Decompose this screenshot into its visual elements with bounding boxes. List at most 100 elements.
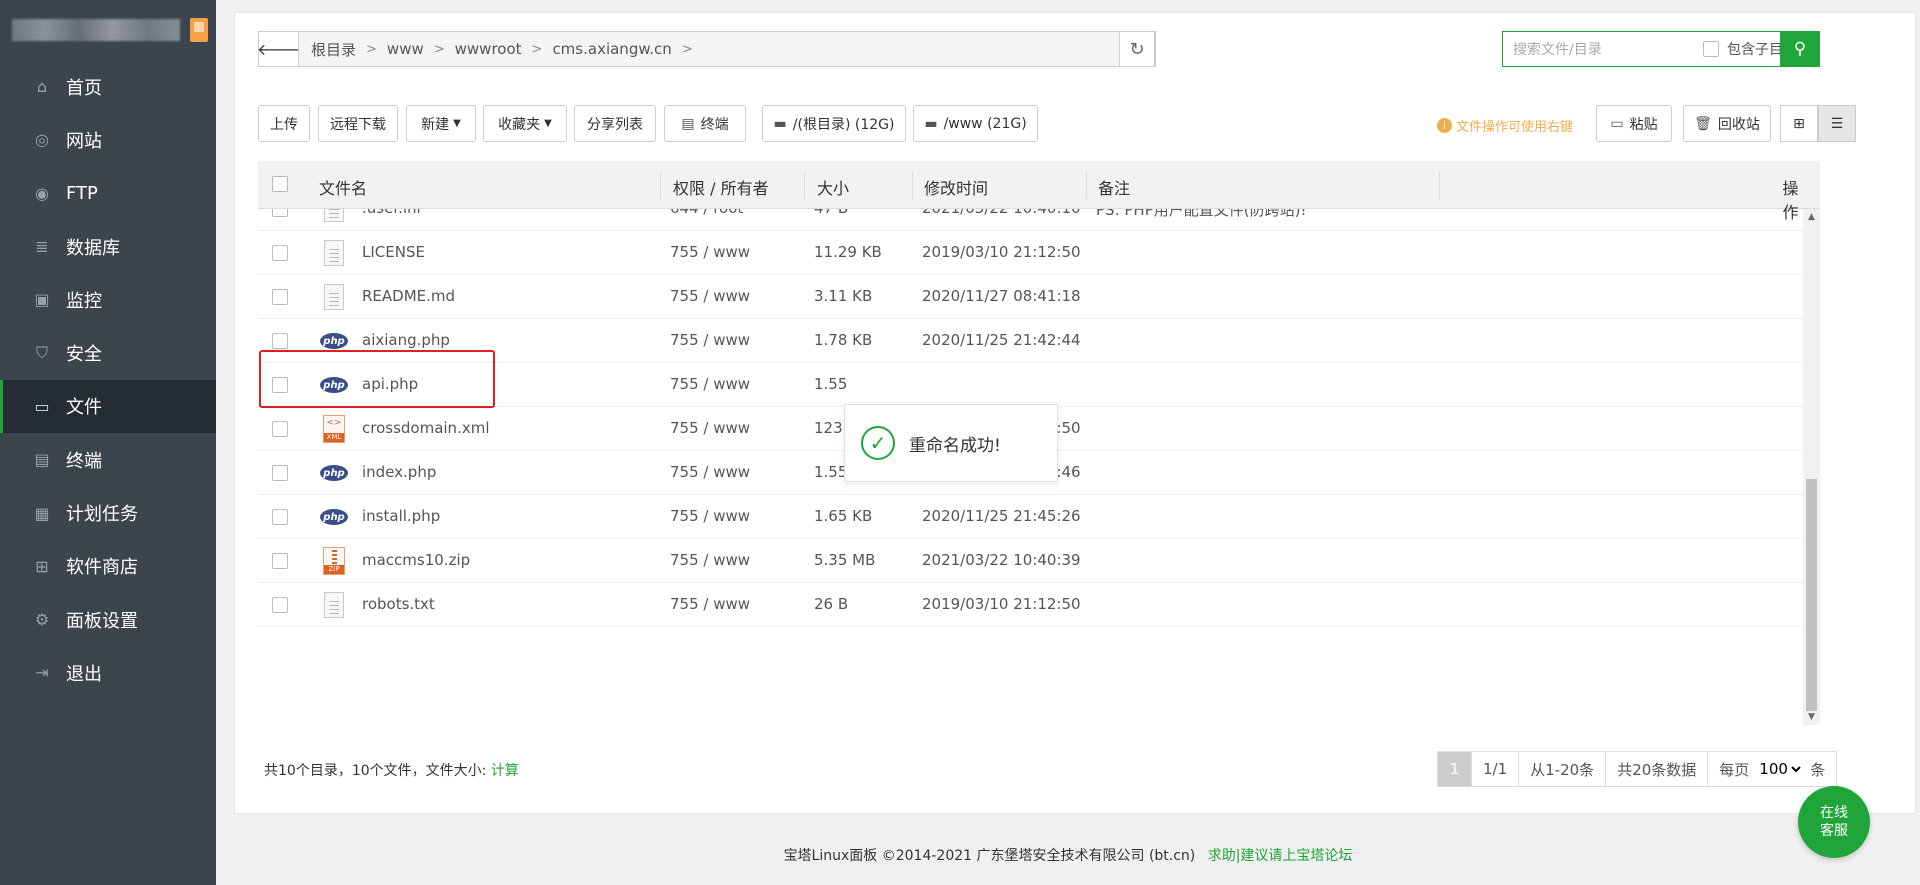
file-permission[interactable]: 755 / www (670, 331, 750, 349)
sidebar-item[interactable]: ▣ 监控 (0, 273, 216, 326)
list-icon: ☰ (1830, 115, 1844, 132)
include-subdir-checkbox[interactable] (1703, 41, 1719, 57)
file-permission[interactable]: 755 / www (670, 243, 750, 261)
share-list-label: 分享列表 (587, 116, 643, 133)
file-permission[interactable]: 755 / www (670, 507, 750, 525)
file-name[interactable]: LICENSE (362, 243, 425, 261)
current-page[interactable]: 1 (1438, 752, 1472, 786)
share-list-button[interactable]: 分享列表 (574, 105, 656, 142)
table-row[interactable]: README.md 755 / www 3.11 KB 2020/11/27 08:4… (258, 275, 1803, 319)
search-button[interactable]: ⚲ (1780, 31, 1820, 67)
terminal-button[interactable]: ▤ 终端 (664, 105, 746, 142)
list-view-button[interactable]: ☰ (1818, 105, 1856, 142)
disk-root-button[interactable]: ▬ /(根目录) (12G) (762, 105, 906, 142)
sidebar-item[interactable]: ⛉ 安全 (0, 326, 216, 379)
search-input[interactable]: 搜索文件/目录 (1503, 39, 1703, 59)
table-row[interactable]: LICENSE 755 / www 11.29 KB 2019/03/10 21:12… (258, 231, 1803, 275)
sidebar-item[interactable]: ⚙ 面板设置 (0, 593, 216, 646)
file-permission[interactable]: 755 / www (670, 419, 750, 437)
table-row[interactable]: robots.txt 755 / www 26 B 2019/03/10 21:12:… (258, 583, 1803, 627)
file-list-scrollbar[interactable]: ▲ ▼ (1803, 209, 1820, 725)
sidebar-item[interactable]: ◎ 网站 (0, 113, 216, 166)
new-label: 新建 (421, 116, 450, 133)
file-size: 1.55 (814, 375, 848, 393)
sidebar-item[interactable]: ▭ 文件 (0, 379, 216, 434)
grid-icon: ⊞ (1793, 115, 1805, 132)
online-service-button[interactable]: 在线客服 (1798, 786, 1870, 858)
file-permission[interactable]: 755 / www (670, 463, 750, 481)
pagination: 1 1/1 从1-20条 共20条数据 每页 100 条 (1437, 751, 1838, 787)
per-page-select[interactable]: 100 (1755, 759, 1805, 779)
file-mtime: 2020/11/25 21:42:44 (922, 331, 1081, 349)
row-checkbox[interactable] (272, 421, 288, 437)
paste-button[interactable]: ▭ 粘贴 (1596, 105, 1672, 142)
upload-button[interactable]: 上传 (258, 105, 310, 142)
row-checkbox[interactable] (272, 209, 288, 217)
calculate-size-link[interactable]: 计算 (491, 763, 519, 779)
row-checkbox[interactable] (272, 509, 288, 525)
remote-download-button[interactable]: 远程下载 (318, 105, 398, 142)
file-permission[interactable]: 755 / www (670, 551, 750, 569)
shield-icon: ⛉ (35, 343, 48, 363)
refresh-button[interactable]: ↻ (1119, 31, 1155, 67)
file-permission[interactable]: 755 / www (670, 375, 750, 393)
sidebar-item[interactable]: ▦ 计划任务 (0, 486, 216, 539)
row-checkbox[interactable] (272, 245, 288, 261)
breadcrumb-item[interactable]: cms.axiangw.cn (552, 40, 671, 58)
table-row[interactable]: php install.php 755 / www 1.65 KB 2020/11/25… (258, 495, 1803, 539)
row-checkbox[interactable] (272, 465, 288, 481)
blurred-server-name (12, 19, 180, 41)
scroll-down-icon[interactable]: ▼ (1803, 709, 1820, 725)
trash-icon: 🗑 (1694, 115, 1712, 132)
recycle-bin-button[interactable]: 🗑 回收站 (1683, 105, 1771, 142)
file-name[interactable]: crossdomain.xml (362, 419, 490, 437)
total-count: 共20条数据 (1606, 752, 1709, 786)
scrollbar-thumb[interactable] (1806, 479, 1817, 711)
header-note: 备注 (1098, 179, 1131, 198)
sidebar-item[interactable]: ⇥ 退出 (0, 646, 216, 699)
favorites-button[interactable]: 收藏夹 ▼ (483, 105, 567, 142)
file-name[interactable]: robots.txt (362, 595, 435, 613)
scroll-up-icon[interactable]: ▲ (1803, 209, 1820, 225)
file-note[interactable]: PS: PHP用户配置文件(防跨站)! (1096, 209, 1306, 220)
terminal-label: 终端 (700, 116, 729, 133)
row-checkbox[interactable] (272, 553, 288, 569)
row-checkbox[interactable] (272, 597, 288, 613)
header-mtime[interactable]: 修改时间 (924, 175, 988, 199)
sidebar-item[interactable]: ⌂ 首页 (0, 60, 216, 113)
file-size: 11.29 KB (814, 243, 882, 261)
table-row[interactable]: .user.ini 644 / root 47 B 2021/03/22 10:40:… (258, 209, 1803, 231)
document-file-icon (320, 209, 348, 223)
row-checkbox[interactable] (272, 289, 288, 305)
sidebar-item[interactable]: ◉ FTP (0, 167, 216, 220)
forum-link[interactable]: 求助|建议请上宝塔论坛 (1208, 848, 1353, 864)
select-all-checkbox[interactable] (272, 176, 288, 192)
file-permission[interactable]: 644 / root (670, 209, 743, 217)
sidebar-item[interactable]: ⊞ 软件商店 (0, 540, 216, 593)
file-name[interactable]: aixiang.php (362, 331, 450, 349)
file-name[interactable]: index.php (362, 463, 436, 481)
chevron-right-icon: > (366, 41, 377, 57)
breadcrumb-item[interactable]: wwwroot (455, 40, 522, 58)
file-permission[interactable]: 755 / www (670, 287, 750, 305)
table-row[interactable]: ZIP maccms10.zip 755 / www 5.35 MB 2021/03/2… (258, 539, 1803, 583)
sidebar-item[interactable]: ▤ 终端 (0, 433, 216, 486)
terminal-icon: ▤ (681, 115, 695, 132)
new-button[interactable]: 新建 ▼ (406, 105, 476, 142)
file-permission[interactable]: 755 / www (670, 595, 750, 613)
file-name[interactable]: maccms10.zip (362, 551, 470, 569)
disk-www-button[interactable]: ▬ /www (21G) (913, 105, 1038, 142)
sidebar-item[interactable]: ≣ 数据库 (0, 220, 216, 273)
breadcrumb-item[interactable]: 根目录 (311, 39, 356, 60)
file-name[interactable]: .user.ini (362, 209, 421, 217)
breadcrumb-item[interactable]: www (387, 40, 424, 58)
grid-view-button[interactable]: ⊞ (1780, 105, 1818, 142)
header-size[interactable]: 大小 (817, 175, 849, 199)
header-name[interactable]: 文件名 (319, 175, 367, 199)
file-name[interactable]: install.php (362, 507, 440, 525)
header-perm[interactable]: 权限 / 所有者 (673, 175, 769, 199)
file-name[interactable]: README.md (362, 287, 455, 305)
sidebar: ⌂ 首页 ◎ 网站 ◉ FTP ≣ 数据库 ▣ 监控 ⛉ 安全 ▭ 文件 ▤ 终端 ▦ 计划任务 ⊞ 软件商店 ⚙ 面板设… (0, 0, 216, 885)
row-checkbox[interactable] (272, 333, 288, 349)
back-button[interactable]: 🡐 (257, 32, 300, 66)
